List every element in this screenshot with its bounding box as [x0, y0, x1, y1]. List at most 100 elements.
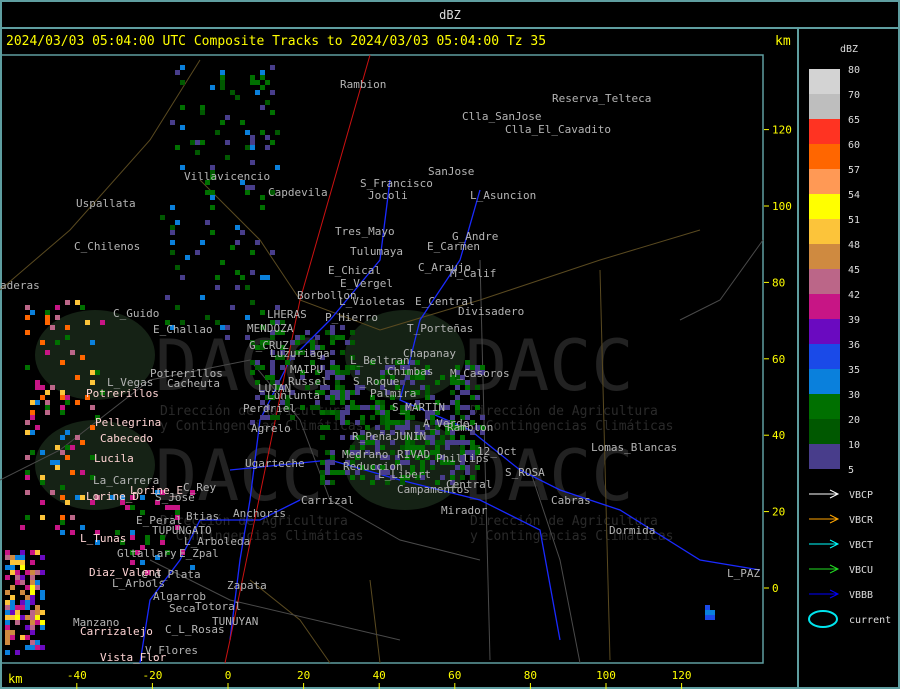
radar-cell: [25, 515, 30, 520]
radar-cell: [90, 370, 95, 375]
radar-cell: [435, 430, 440, 435]
radar-cell: [460, 390, 465, 395]
radar-cell: [380, 400, 385, 405]
radar-cell: [325, 395, 330, 400]
radar-cell: [435, 440, 440, 445]
radar-cell: [30, 560, 35, 565]
radar-cell: [40, 555, 45, 560]
radar-cell: [40, 515, 45, 520]
legend-color-band: [809, 444, 840, 469]
radar-cell: [35, 570, 40, 575]
radar-cell: [225, 115, 230, 120]
radar-cell: [435, 380, 440, 385]
radar-cell: [255, 90, 260, 95]
radar-cell: [45, 400, 50, 405]
radar-cell: [15, 560, 20, 565]
radar-cell: [10, 595, 15, 600]
radar-cell: [130, 535, 135, 540]
radar-cell: [220, 80, 225, 85]
place-label: LHERAS: [267, 308, 307, 321]
radar-cell: [225, 325, 230, 330]
place-label: Reserva_Telteca: [552, 92, 651, 105]
radar-cell: [175, 220, 180, 225]
place-label: Jocoli: [368, 189, 408, 202]
radar-cell: [325, 450, 330, 455]
radar-cell: [220, 70, 225, 75]
legend-band-label: 60: [848, 140, 860, 151]
radar-cell: [465, 470, 470, 475]
legend-band-label: 10: [848, 440, 860, 451]
radar-cell: [440, 375, 445, 380]
legend-band-label: 54: [848, 190, 860, 201]
radar-cell: [40, 610, 45, 615]
radar-cell: [165, 295, 170, 300]
place-label: Villavicencio: [184, 170, 270, 183]
radar-cell: [60, 485, 65, 490]
radar-cell: [270, 140, 275, 145]
legend-color-band: [809, 169, 840, 194]
radar-cell: [80, 440, 85, 445]
radar-cell: [300, 405, 305, 410]
radar-cell: [325, 410, 330, 415]
radar-cell: [35, 605, 40, 610]
radar-cell: [15, 555, 20, 560]
radar-cell: [325, 465, 330, 470]
radar-cell: [475, 405, 480, 410]
legend-track-label: VBCU: [849, 565, 873, 576]
radar-cell: [175, 305, 180, 310]
radar-cell: [25, 470, 30, 475]
radar-cell: [45, 315, 50, 320]
radar-cell: [75, 375, 80, 380]
radar-cell: [330, 370, 335, 375]
radar-cell: [70, 530, 75, 535]
legend-track-label: VBBB: [849, 590, 873, 601]
x-tick-label: -20: [142, 669, 162, 682]
radar-cell: [710, 610, 715, 615]
radar-cell: [265, 375, 270, 380]
radar-cell: [440, 440, 445, 445]
radar-cell: [345, 390, 350, 395]
radar-cell: [345, 370, 350, 375]
radar-cell: [260, 70, 265, 75]
radar-cell: [340, 415, 345, 420]
legend-color-band: [809, 294, 840, 319]
radar-cell: [340, 435, 345, 440]
radar-cell: [50, 385, 55, 390]
radar-cell: [160, 215, 165, 220]
radar-cell: [710, 615, 715, 620]
place-label: E_Challao: [153, 323, 213, 336]
logo-watermark-text: DACC: [155, 435, 324, 517]
radar-cell: [255, 395, 260, 400]
radar-cell: [175, 505, 180, 510]
radar-cell: [45, 320, 50, 325]
radar-cell: [440, 475, 445, 480]
radar-cell: [475, 465, 480, 470]
radar-cell: [350, 475, 355, 480]
radar-cell: [455, 465, 460, 470]
legend-color-band: [809, 244, 840, 269]
legend-color-band: [809, 319, 840, 344]
radar-cell: [250, 185, 255, 190]
radar-cell: [10, 635, 15, 640]
radar-cell: [350, 405, 355, 410]
place-label: Palmira: [370, 387, 416, 400]
radar-map[interactable]: DACCDirección de Agriculturay Contingenc…: [0, 0, 900, 689]
radar-cell: [210, 230, 215, 235]
radar-cell: [5, 590, 10, 595]
legend-band-label: 45: [848, 265, 860, 276]
radar-cell: [335, 380, 340, 385]
radar-cell: [465, 380, 470, 385]
radar-cell: [385, 420, 390, 425]
radar-cell: [95, 370, 100, 375]
radar-cell: [55, 315, 60, 320]
radar-cell: [470, 440, 475, 445]
radar-cell: [40, 590, 45, 595]
radar-cell: [450, 470, 455, 475]
radar-cell: [10, 560, 15, 565]
radar-cell: [330, 360, 335, 365]
radar-cell: [70, 445, 75, 450]
radar-cell: [40, 340, 45, 345]
radar-cell: [350, 390, 355, 395]
radar-cell: [335, 415, 340, 420]
radar-cell: [225, 140, 230, 145]
